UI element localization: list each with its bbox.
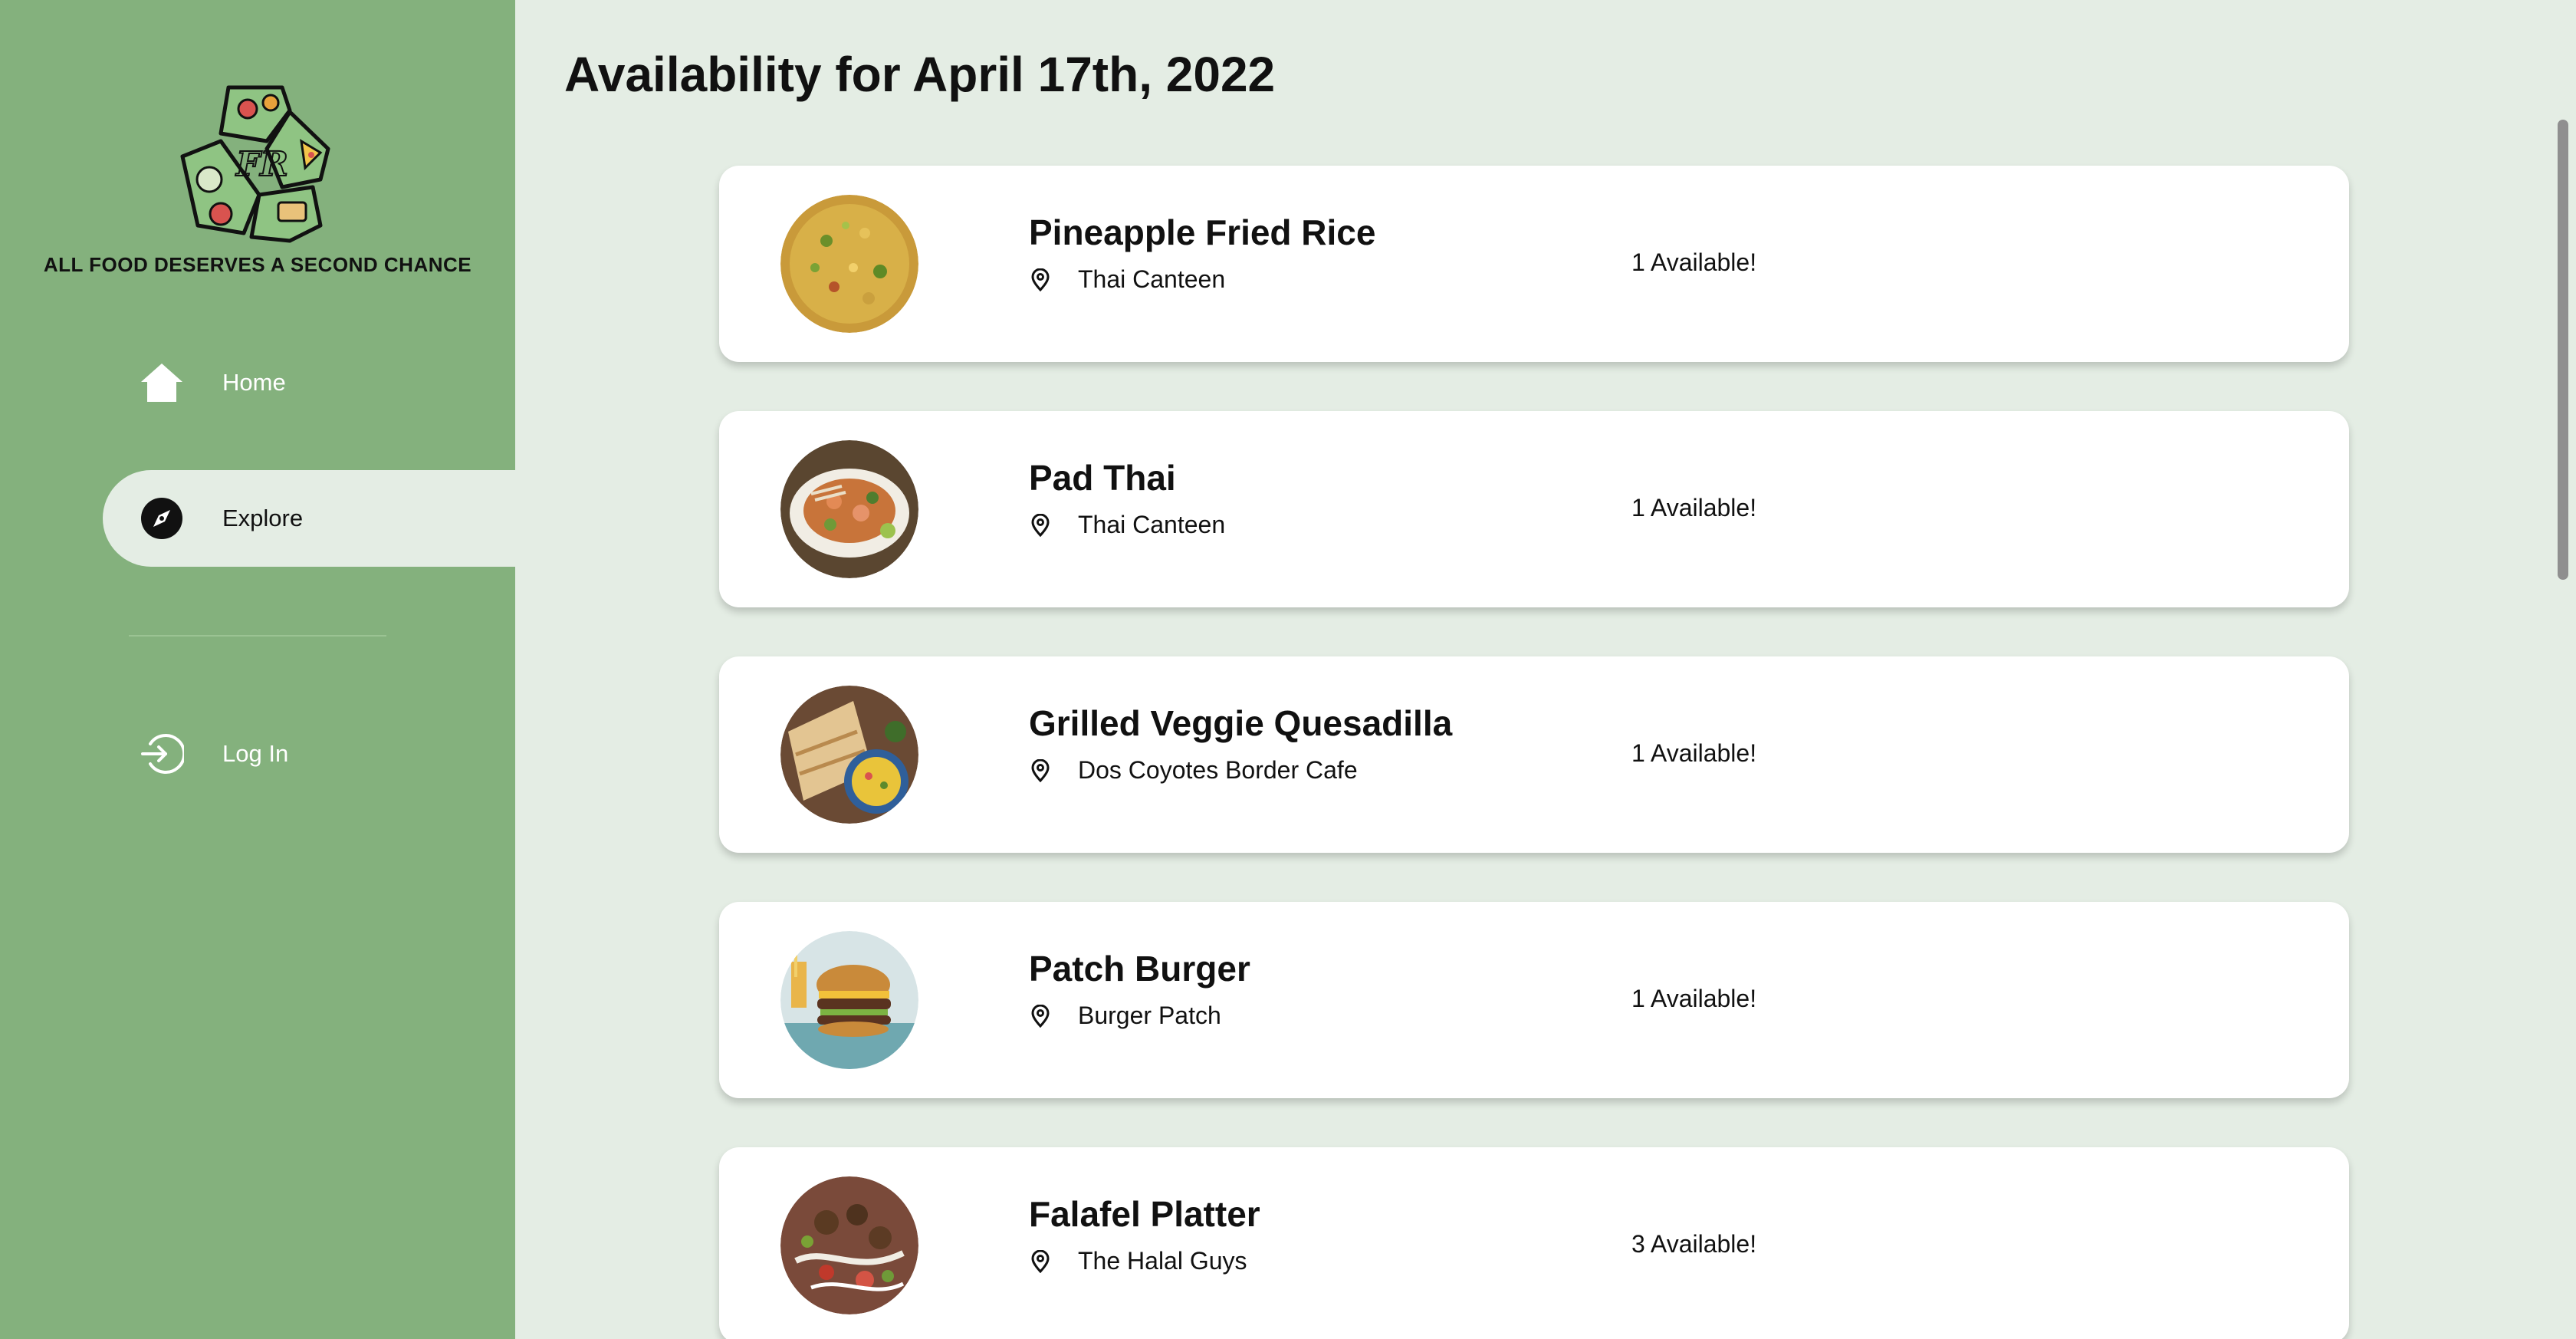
- fried-rice-photo: [780, 195, 918, 333]
- item-location: Burger Patch: [1029, 1002, 1221, 1030]
- compass-icon: [140, 496, 184, 541]
- availability-count: 1 Available!: [1631, 739, 1757, 767]
- nav-login[interactable]: Log In: [140, 706, 515, 802]
- location-pin-icon: [1029, 1249, 1052, 1273]
- availability-count: 1 Available!: [1631, 248, 1757, 276]
- item-location-label: Thai Canteen: [1078, 265, 1226, 293]
- food-item-card[interactable]: Falafel Platter The Halal Guys 3 Availab…: [719, 1147, 2349, 1339]
- app-window: FR ALL FOOD DESERVES A SECOND CHANCE Hom…: [0, 0, 2576, 1339]
- item-name: Patch Burger: [1029, 949, 1250, 989]
- location-pin-icon: [1029, 1004, 1052, 1028]
- item-name: Grilled Veggie Quesadilla: [1029, 703, 1453, 743]
- nav-divider: [129, 635, 386, 637]
- nav-login-label: Log In: [222, 740, 289, 767]
- food-item-card[interactable]: Grilled Veggie Quesadilla Dos Coyotes Bo…: [719, 656, 2349, 853]
- item-location-label: The Halal Guys: [1078, 1247, 1247, 1275]
- availability-count: 3 Available!: [1631, 1230, 1757, 1258]
- sidebar: FR ALL FOOD DESERVES A SECOND CHANCE Hom…: [0, 0, 515, 1339]
- nav-home-label: Home: [222, 369, 286, 396]
- burger-photo: [780, 931, 918, 1069]
- location-pin-icon: [1029, 513, 1052, 537]
- nav-explore[interactable]: Explore: [103, 470, 515, 567]
- item-name: Pineapple Fried Rice: [1029, 212, 1376, 252]
- login-icon: [140, 732, 184, 776]
- item-name: Pad Thai: [1029, 458, 1176, 498]
- nav-home[interactable]: Home: [140, 334, 515, 431]
- item-location: Thai Canteen: [1029, 511, 1225, 539]
- food-item-card[interactable]: Pineapple Fried Rice Thai Canteen 1 Avai…: [719, 166, 2349, 362]
- recycle-food-logo[interactable]: FR: [175, 80, 340, 245]
- tagline: ALL FOOD DESERVES A SECOND CHANCE: [43, 253, 472, 276]
- item-location: Thai Canteen: [1029, 265, 1225, 294]
- food-item-card[interactable]: Pad Thai Thai Canteen 1 Available!: [719, 411, 2349, 607]
- food-item-card[interactable]: Patch Burger Burger Patch 1 Available!: [719, 902, 2349, 1098]
- quesadilla-photo: [780, 686, 918, 824]
- item-location-label: Dos Coyotes Border Cafe: [1078, 756, 1358, 784]
- item-location-label: Thai Canteen: [1078, 511, 1226, 538]
- item-name: Falafel Platter: [1029, 1194, 1260, 1234]
- location-pin-icon: [1029, 758, 1052, 782]
- availability-count: 1 Available!: [1631, 985, 1757, 1012]
- home-icon: [140, 360, 184, 405]
- location-pin-icon: [1029, 268, 1052, 291]
- logo-letters: FR: [235, 145, 288, 184]
- scrollbar-thumb[interactable]: [2558, 120, 2568, 580]
- nav-explore-label: Explore: [222, 505, 304, 531]
- item-location: The Halal Guys: [1029, 1247, 1247, 1275]
- item-location: Dos Coyotes Border Cafe: [1029, 756, 1358, 785]
- item-location-label: Burger Patch: [1078, 1002, 1221, 1029]
- availability-count: 1 Available!: [1631, 494, 1757, 521]
- page-title: Availability for April 17th, 2022: [564, 47, 1276, 102]
- falafel-photo: [780, 1176, 918, 1314]
- pad-thai-photo: [780, 440, 918, 578]
